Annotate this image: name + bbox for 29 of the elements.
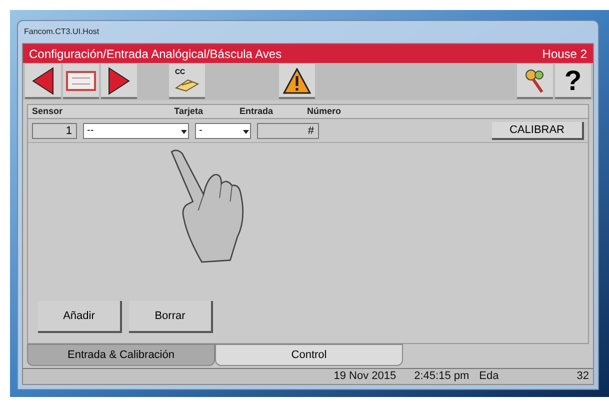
column-header: Sensor xyxy=(31,104,64,118)
calibrate-button[interactable]: CALIBRAR xyxy=(492,122,584,140)
panel-icon xyxy=(66,70,96,90)
tarjeta-dropdown[interactable]: -- xyxy=(83,122,189,138)
status-date: 19 Nov 2015 xyxy=(334,369,396,384)
warning-icon xyxy=(283,68,311,94)
previous-button[interactable] xyxy=(25,64,61,99)
status-number: 32 xyxy=(576,369,589,384)
next-button[interactable] xyxy=(101,64,137,99)
column-header: Número xyxy=(306,104,342,118)
tab[interactable]: Control xyxy=(215,344,403,366)
column-header: Tarjeta xyxy=(173,104,204,118)
column-header: Entrada xyxy=(238,104,274,118)
warning-button[interactable] xyxy=(279,64,315,99)
right-triangle-icon xyxy=(108,66,130,94)
numero-field: # xyxy=(257,122,319,138)
list-button[interactable] xyxy=(63,64,99,99)
left-triangle-icon xyxy=(32,66,54,94)
tab[interactable]: Entrada & Calibración xyxy=(27,344,215,366)
action-button[interactable]: Añadir xyxy=(38,301,122,333)
entrada-dropdown[interactable]: - xyxy=(195,122,251,138)
status-user: Eda xyxy=(479,369,499,384)
help-button[interactable]: ? xyxy=(555,64,591,99)
action-button[interactable]: Borrar xyxy=(129,301,213,333)
sensor-field: 1 xyxy=(32,122,77,138)
status-time: 2:45:15 pm xyxy=(414,369,470,384)
breadcrumb-path: Configuración/Entrada Analógical/Báscula Aves xyxy=(29,46,282,62)
window-title: Fancom.CT3.UI.Host xyxy=(23,26,100,38)
house-label: House 2 xyxy=(542,46,587,62)
